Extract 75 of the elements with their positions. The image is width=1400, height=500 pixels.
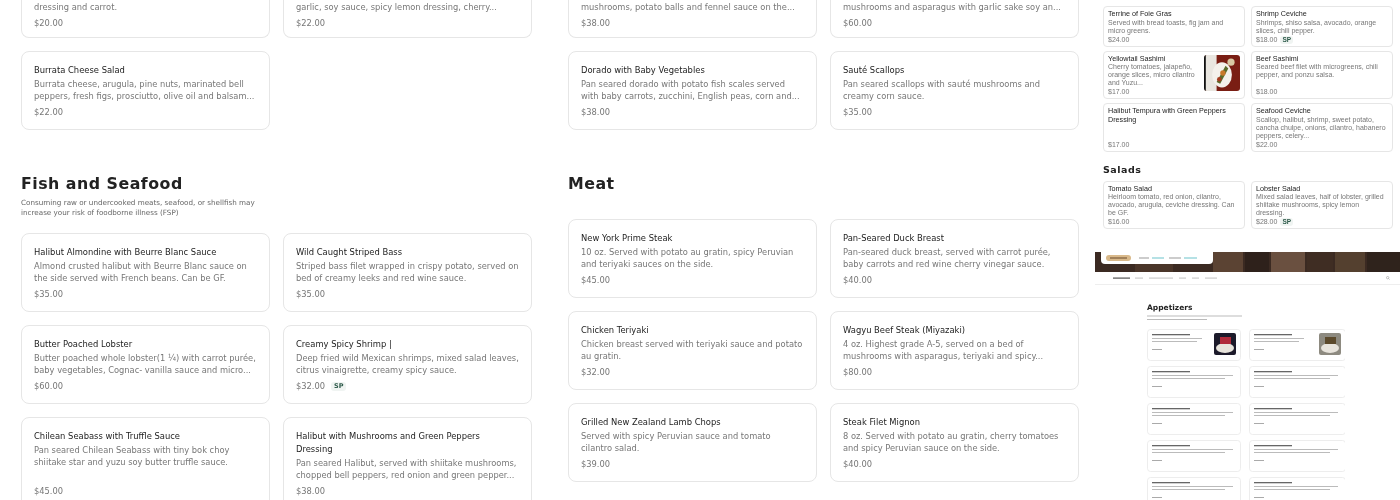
dish-name: Halibut Almondine with Beurre Blanc Sauce (34, 246, 218, 259)
price: $38.00 (581, 17, 611, 29)
price: $45.00 (581, 274, 611, 286)
price: $22.00 (296, 17, 326, 29)
price: $38.00 (296, 485, 326, 497)
price: $32.00 (581, 366, 611, 378)
price: $45.00 (34, 485, 64, 497)
dish-description: Deep fried wild Mexican shrimps, mixed salad leaves, citrus vinaigrette, creamy spicy sauce. (296, 352, 519, 376)
menu-card[interactable]: Halibut with Mushrooms and Green Peppers Dressing Pan seared Halibut, served with shiitake mushrooms, chopped bell peppers, red onion and green pepper... $38.00 (283, 417, 532, 500)
price: $80.00 (843, 366, 873, 378)
dish-name: Creamy Spicy Shrimp | (296, 338, 393, 351)
price: $60.00 (843, 17, 873, 29)
section-heading: Meat (568, 173, 616, 195)
dish-description: Chicken breast served with teriyaki sauce and potato au gratin. (581, 338, 804, 362)
dish-name: Chilean Seabass with Truffle Sauce (34, 430, 181, 443)
dish-description: Burrata cheese, arugula, pine nuts, marinated bell peppers, fresh figs, prosciutto, olive oil and balsam... (34, 78, 256, 102)
menu-card[interactable]: Dorado with Baby Vegetables Pan seared dorado with potato fish scales served with baby carrots, zucchini, English peas, corn and... $38.00 (568, 51, 817, 130)
price: $35.00 (34, 288, 64, 300)
section-heading: Salads (1103, 163, 1143, 176)
price: $39.00 (581, 458, 611, 470)
menu-card[interactable]: Halibut Almondine with Beurre Blanc Sauce Almond crusted halibut with Beurre Blanc sauce on the side served with French beans. Can be GF. $35.00 (21, 233, 270, 312)
price: $40.00 (843, 274, 873, 286)
dish-name: Halibut with Mushrooms and Green Peppers Dressing (296, 430, 481, 456)
dish-description: 10 oz. Served with potato au gratin, spicy Peruvian and teriyaki sauces on the side. (581, 246, 795, 270)
dish-name: Sauté Scallops (843, 64, 906, 77)
menu-card[interactable]: garlic, soy sauce, spicy lemon dressing, cherry... $22.00 (283, 0, 532, 38)
dish-description: dressing and carrot. (34, 1, 119, 13)
menu-card[interactable]: Wild Caught Striped Bass Striped bass filet wrapped in crispy potato, served on bed of creamy leeks and red wine sauce. $35.00 (283, 233, 532, 312)
dish-description: Butter poached whole lobster(1 ¼) with carrot purée, baby vegetables, Cognac- vanilla sauce and micro... (34, 352, 257, 376)
menu-card[interactable]: Butter Poached Lobster Butter poached whole lobster(1 ¼) with carrot purée, baby vegetables, Cognac- vanilla sauce and micro... $60.00 (21, 325, 270, 404)
menu-card[interactable]: Chilean Seabass with Truffle Sauce Pan seared Chilean Seabass with tiny bok choy shiitake star and yuzu soy butter truffle sauce. $45.00 (21, 417, 270, 500)
dish-name: Wild Caught Striped Bass (296, 246, 403, 259)
menu-card[interactable]: dressing and carrot. $20.00 (21, 0, 270, 38)
dish-description: Pan seared Halibut, served with shiitake mushrooms, chopped bell peppers, red onion and green pepper... (296, 457, 518, 481)
dish-name: Chicken Teriyaki (581, 324, 650, 337)
menu-card[interactable]: mushrooms and asparagus with garlic sake soy an... $60.00 (830, 0, 1079, 38)
dish-name: Burrata Cheese Salad (34, 64, 126, 77)
price: $20.00 (34, 17, 64, 29)
menu-card[interactable]: New York Prime Steak 10 oz. Served with potato au gratin, spicy Peruvian and teriyaki sauces on the side. $45.00 (568, 219, 817, 298)
dish-description: 8 oz. Served with potato au gratin, cherry tomatoes and spicy Peruvian sauce on the side. (843, 430, 1060, 454)
dish-name: Steak Filet Mignon (843, 416, 921, 429)
dish-description: Pan seared dorado with potato fish scales served with baby carrots, zucchini, English peas, corn and... (581, 78, 801, 102)
price: $35.00 (843, 106, 873, 118)
search-icon[interactable] (1386, 276, 1390, 280)
dish-name: Wagyu Beef Steak (Miyazaki) (843, 324, 967, 337)
dish-description: Pan seared scallops with sauté mushrooms and creamy corn sauce. (843, 78, 1042, 102)
dish-description: Served with spicy Peruvian sauce and tomato cilantro salad. (581, 430, 772, 454)
dish-description: mushrooms and asparagus with garlic sake soy an... (843, 1, 1062, 13)
dish-name: Pan-Seared Duck Breast (843, 232, 945, 245)
menu-card[interactable]: mushrooms, potato balls and fennel sauce on the... $38.00 (568, 0, 817, 38)
dish-name: Grilled New Zealand Lamb Chops (581, 416, 722, 429)
menu-card[interactable]: Wagyu Beef Steak (Miyazaki) 4 oz. Highest grade A-5, served on a bed of mushrooms with asparagus, teriyaki and spicy... $80.00 (830, 311, 1079, 390)
section-heading: Fish and Seafood (21, 173, 184, 195)
dish-description: Striped bass filet wrapped in crispy potato, served on bed of creamy leeks and red wine sauce. (296, 260, 519, 284)
dish-name: Dorado with Baby Vegetables (581, 64, 706, 77)
dish-description: Almond crusted halibut with Beurre Blanc sauce on the side served with French beans. Can be GF. (34, 260, 248, 284)
price: $22.00 (34, 106, 64, 118)
price: $35.00 (296, 288, 326, 300)
menu-card[interactable]: Chicken Teriyaki Chicken breast served with teriyaki sauce and potato au gratin. $32.00 (568, 311, 817, 390)
menu-card[interactable]: Steak Filet Mignon 8 oz. Served with potato au gratin, cherry tomatoes and spicy Peruvian sauce on the side. $40.00 (830, 403, 1079, 482)
price: $32.00 (296, 380, 326, 392)
dish-name: New York Prime Steak (581, 232, 674, 245)
dish-description: Pan seared Chilean Seabass with tiny bok choy shiitake star and yuzu soy butter truffle sauce. (34, 444, 231, 468)
menu-card[interactable]: Grilled New Zealand Lamb Chops Served with spicy Peruvian sauce and tomato cilantro salad. $39.00 (568, 403, 817, 482)
dish-description: Pan-seared duck breast, served with carrot purée, baby carrots and red wine cherry vinegar sauce. (843, 246, 1052, 270)
dish-description: mushrooms, potato balls and fennel sauce on the... (581, 1, 796, 13)
menu-card[interactable]: Sauté Scallops Pan seared scallops with sauté mushrooms and creamy corn sauce. $35.00 (830, 51, 1079, 130)
dish-description: garlic, soy sauce, spicy lemon dressing, cherry... (296, 1, 498, 13)
dish-description: 4 oz. Highest grade A-5, served on a bed of mushrooms with asparagus, teriyaki and spicy... (843, 338, 1045, 362)
price: $38.00 (581, 106, 611, 118)
menu-card[interactable]: Pan-Seared Duck Breast Pan-seared duck breast, served with carrot purée, baby carrots and red wine cherry vinegar sauce. $40.00 (830, 219, 1079, 298)
price: $60.00 (34, 380, 64, 392)
price: $40.00 (843, 458, 873, 470)
menu-card[interactable]: Burrata Cheese Salad Burrata cheese, arugula, pine nuts, marinated bell peppers, fresh figs, prosciutto, olive oil and balsam... $22.00 (21, 51, 270, 130)
dish-name: Butter Poached Lobster (34, 338, 134, 351)
